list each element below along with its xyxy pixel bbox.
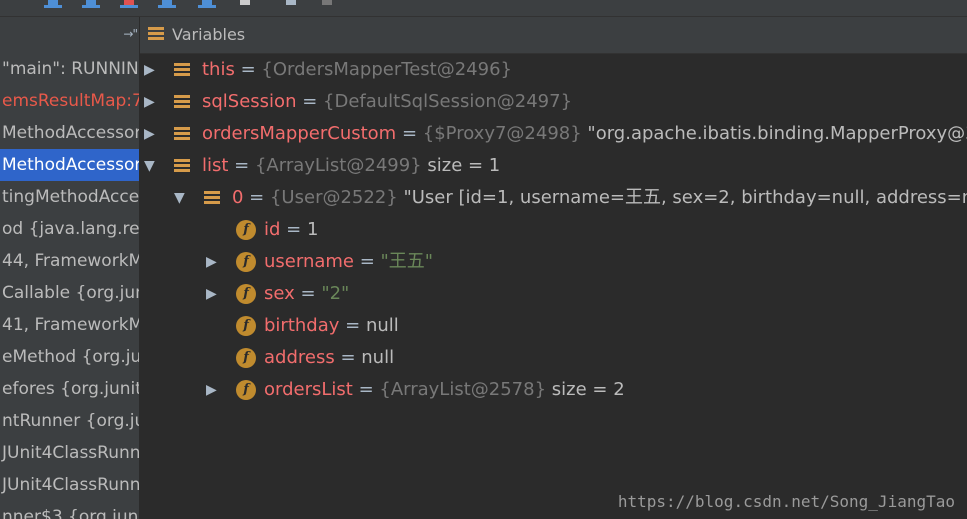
evaluate-icon[interactable] — [282, 0, 300, 8]
field-icon: f — [236, 284, 256, 304]
object-icon — [204, 191, 220, 206]
expand-arrow-icon[interactable]: ▶ — [144, 118, 155, 150]
variable-value: "org.apache.ibatis.binding.MapperProxy@3… — [587, 123, 967, 144]
stack-frame[interactable]: MethodAccessorImpl — [0, 117, 139, 149]
variable-value: 1 — [306, 219, 319, 240]
variable-name: 0 — [232, 187, 244, 208]
stack-frame[interactable]: JUnit4ClassRunner — [0, 469, 139, 501]
variable-name: birthday — [264, 315, 340, 336]
variable-equals: = — [339, 315, 366, 336]
stack-frame[interactable]: MethodAccessorImpl — [0, 149, 139, 181]
step-over-icon[interactable] — [44, 0, 62, 8]
field-icon: f — [236, 220, 256, 240]
variable-equals: = — [234, 59, 262, 80]
variable-type: {OrdersMapperTest@2496} — [261, 59, 512, 80]
field-icon: f — [236, 348, 256, 368]
variable-name: sqlSession — [202, 91, 297, 112]
variable-type: {ArrayList@2499} — [254, 155, 422, 176]
object-icon — [174, 127, 190, 142]
field-icon: f — [236, 380, 256, 400]
variable-string-value: "王五" — [380, 251, 434, 272]
stack-frame[interactable]: "main": RUNNING — [0, 53, 139, 85]
expand-arrow-icon[interactable]: ▶ — [144, 54, 155, 86]
stack-frame[interactable]: nner$3 {org.junit — [0, 501, 139, 519]
object-icon — [174, 63, 190, 78]
object-icon — [174, 95, 190, 110]
step-into-icon[interactable] — [82, 0, 100, 8]
expand-arrow-icon[interactable]: ▶ — [206, 246, 217, 278]
variables-title: Variables — [172, 25, 246, 44]
variable-name: address — [264, 347, 335, 368]
expand-arrow-icon[interactable]: ▶ — [144, 86, 155, 118]
variable-equals: = — [280, 219, 307, 240]
field-icon: f — [236, 316, 256, 336]
field-icon: f — [236, 252, 256, 272]
step-out-icon[interactable] — [158, 0, 176, 8]
variable-value: null — [361, 347, 395, 368]
stack-frame[interactable]: od {java.lang.reflect — [0, 213, 139, 245]
stack-frame[interactable]: eMethod {org.junit — [0, 341, 139, 373]
variable-name: sex — [264, 283, 295, 304]
variable-value: null — [365, 315, 399, 336]
object-icon — [174, 159, 190, 174]
drop-frame-icon[interactable] — [198, 0, 216, 8]
variable-name: ordersMapperCustom — [202, 123, 397, 144]
variable-equals: = — [352, 379, 380, 400]
variable-name: username — [264, 251, 354, 272]
frames-list: "main": RUNNING emsResultMap:7 MethodAcces… — [0, 53, 139, 519]
watermark: https://blog.csdn.net/Song_JiangTao — [617, 492, 955, 511]
collapse-arrow-icon[interactable]: ▼ — [144, 150, 155, 182]
variable-value: size = 1 — [421, 155, 501, 176]
stack-frame[interactable]: efores {org.junit.i — [0, 373, 139, 405]
variable-equals: = — [294, 283, 322, 304]
variables-icon — [148, 27, 164, 42]
variable-name: list — [202, 155, 229, 176]
variable-equals: = — [334, 347, 362, 368]
variable-equals: = — [296, 91, 324, 112]
stack-frame[interactable]: Callable {org.junit — [0, 277, 139, 309]
variable-value: "User [id=1, username=王五, sex=2, birthda… — [397, 187, 967, 208]
variables-header: Variables — [140, 17, 967, 54]
restore-layout-icon[interactable]: →" — [123, 27, 138, 41]
variable-equals: = — [354, 251, 381, 272]
frames-header: →" — [0, 17, 139, 53]
variable-type: {ArrayList@2578} — [379, 379, 547, 400]
expand-arrow-icon[interactable]: ▶ — [206, 374, 217, 406]
frames-panel: →" "main": RUNNING emsResultMap:7 MethodAc… — [0, 17, 140, 519]
variable-equals: = — [243, 187, 270, 208]
force-step-into-icon[interactable] — [120, 0, 138, 8]
variable-name: ordersList — [264, 379, 353, 400]
run-to-cursor-icon[interactable] — [236, 0, 254, 8]
stack-frame[interactable]: ntRunner {org.junit — [0, 405, 139, 437]
stack-frame[interactable]: JUnit4ClassRunner — [0, 437, 139, 469]
variables-tree: ▶ this = {OrdersMapperTest@2496} ▶ sqlSessi… — [140, 54, 967, 519]
expand-arrow-icon[interactable]: ▶ — [206, 278, 217, 310]
variable-type: {DefaultSqlSession@2497} — [323, 91, 573, 112]
variable-type: {$Proxy7@2498} — [422, 123, 582, 144]
table-icon[interactable] — [318, 0, 336, 8]
stack-frame[interactable]: 41, FrameworkMethod — [0, 309, 139, 341]
variable-string-value: "2" — [321, 283, 350, 304]
collapse-arrow-icon[interactable]: ▼ — [174, 182, 185, 214]
variable-value: size = 2 — [546, 379, 625, 400]
stack-frame[interactable]: emsResultMap:7 — [0, 85, 139, 117]
variable-equals: = — [396, 123, 423, 144]
variable-type: {User@2522} — [269, 187, 398, 208]
variable-name: id — [264, 219, 281, 240]
variable-name: this — [202, 59, 235, 80]
stack-frame[interactable]: 44, FrameworkMethod — [0, 245, 139, 277]
variable-equals: = — [228, 155, 255, 176]
debugger-toolbar — [0, 0, 967, 17]
stack-frame[interactable]: tingMethodAccessorImpl — [0, 181, 139, 213]
